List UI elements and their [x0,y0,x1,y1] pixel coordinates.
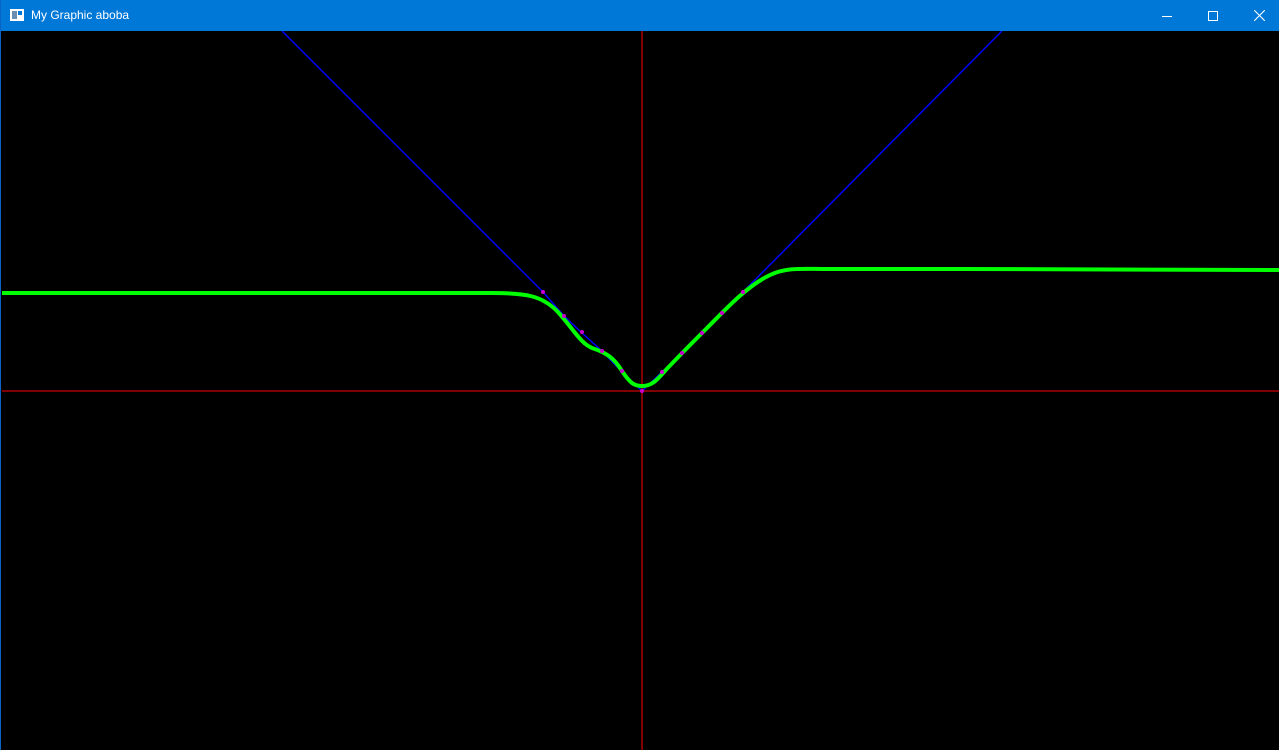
minimize-button[interactable] [1144,0,1190,31]
maximize-icon [1208,10,1218,21]
app-window: My Graphic aboba [0,0,1279,750]
control-point [562,314,566,318]
control-point [660,370,664,374]
control-point [720,311,724,315]
right-guide-line [742,31,1003,293]
graph-svg [2,31,1279,750]
control-point [620,369,624,373]
minimize-icon [1162,15,1172,17]
control-point [700,331,704,335]
window-title: My Graphic aboba [31,8,130,22]
green-curve [2,266,1279,389]
close-button[interactable] [1236,0,1279,31]
close-icon [1253,10,1265,21]
left-guide-line [281,31,544,293]
control-point [600,349,604,353]
control-point [680,351,684,355]
control-points [541,290,745,393]
title-bar[interactable]: My Graphic aboba [1,0,1279,31]
graph-canvas[interactable] [2,31,1279,750]
control-point [741,290,745,294]
control-point [541,290,545,294]
control-point [640,389,644,393]
app-icon [10,9,24,21]
control-point [580,330,584,334]
maximize-button[interactable] [1190,0,1236,31]
